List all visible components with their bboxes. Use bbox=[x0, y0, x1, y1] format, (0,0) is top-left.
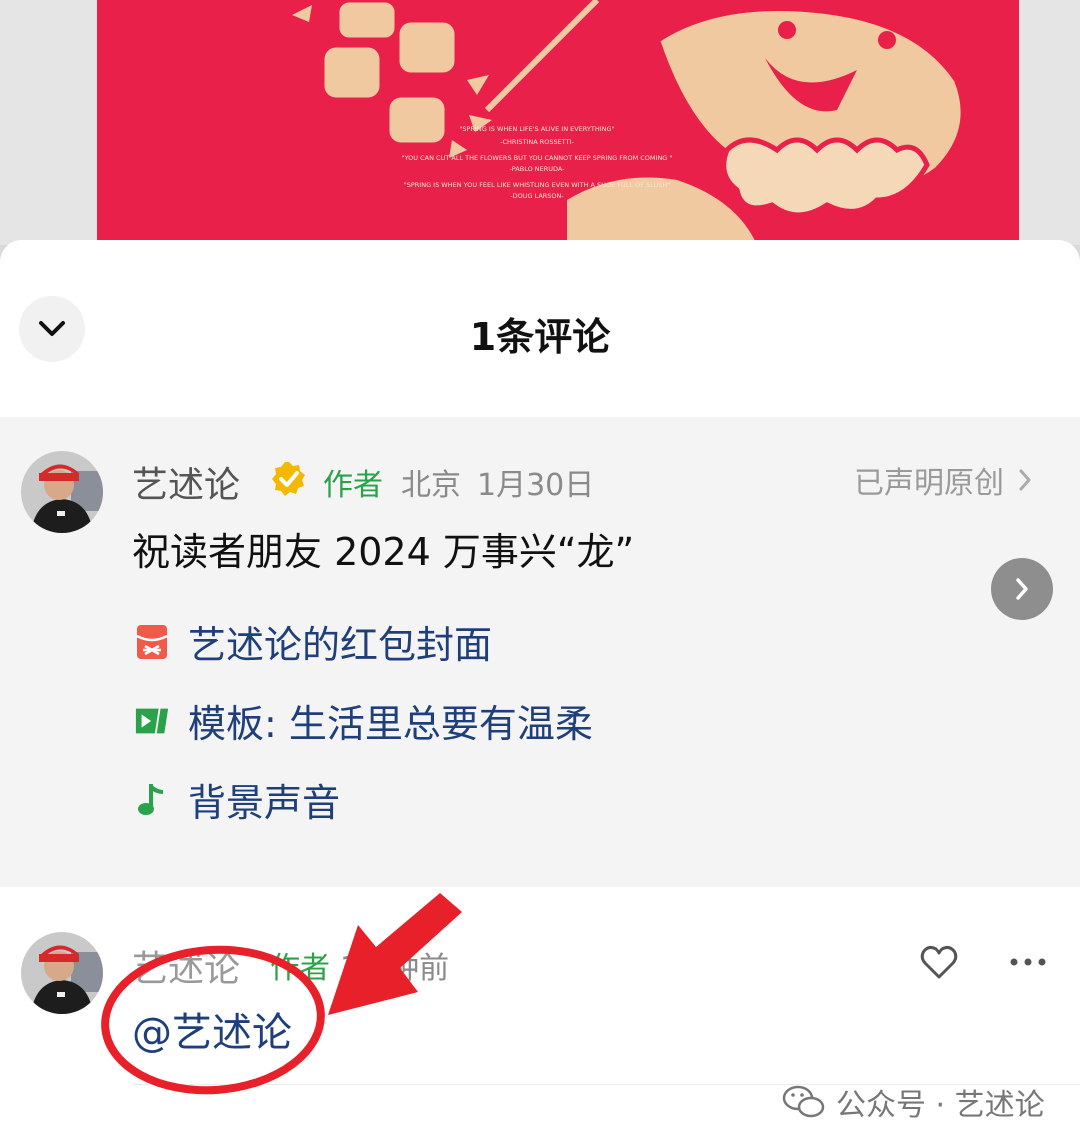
video-cover-area: "SPRING IS WHEN LIFE'S ALIVE IN EVERYTHI… bbox=[0, 0, 1080, 245]
post-date: 1月30日 bbox=[477, 468, 595, 503]
cover-quote-2-author: -PABLO NERUDA- bbox=[509, 165, 565, 173]
commenter-avatar[interactable] bbox=[21, 932, 103, 1014]
author-avatar[interactable] bbox=[21, 451, 103, 533]
chevron-right-icon bbox=[1019, 469, 1031, 491]
comment-author-name[interactable]: 艺述论 bbox=[132, 940, 240, 992]
cover-quote-2: "YOU CAN CUT ALL THE FLOWERS BUT YOU CAN… bbox=[402, 154, 673, 162]
template-label: 模板: 生活里总要有温柔 bbox=[188, 702, 593, 746]
comments-count-title: 1条评论 bbox=[469, 315, 611, 359]
background-music-link[interactable]: 背景声音 bbox=[134, 772, 340, 827]
template-icon bbox=[134, 703, 170, 739]
avatar-image bbox=[21, 451, 103, 533]
watermark: 公众号 · 艺述论 bbox=[782, 1080, 1045, 1124]
heart-icon[interactable] bbox=[919, 943, 959, 983]
comment-author-tag: 作者 bbox=[270, 951, 330, 986]
comment-time: 1分钟前 bbox=[340, 951, 450, 986]
next-button[interactable] bbox=[991, 558, 1053, 620]
red-envelope-cover-link[interactable]: 艺述论的红包封面 bbox=[134, 614, 492, 669]
post-location: 北京 bbox=[401, 468, 461, 503]
watermark-text: 公众号 · 艺述论 bbox=[836, 1088, 1045, 1123]
cover-quote-1: "SPRING IS WHEN LIFE'S ALIVE IN EVERYTHI… bbox=[459, 125, 614, 133]
red-envelope-cover-label: 艺述论的红包封面 bbox=[188, 623, 493, 667]
cover-quote-1-author: -CHRISTINA ROSSETTI- bbox=[500, 138, 574, 146]
red-envelope-icon bbox=[134, 624, 170, 660]
background-music-label: 背景声音 bbox=[188, 781, 341, 825]
cover-illustration: "SPRING IS WHEN LIFE'S ALIVE IN EVERYTHI… bbox=[292, 0, 967, 245]
post-author-tag: 作者 bbox=[323, 468, 383, 503]
wechat-icon bbox=[782, 1085, 825, 1118]
original-declaration-label: 已声明原创 bbox=[854, 466, 1004, 501]
original-declaration-link[interactable]: 已声明原创 bbox=[854, 458, 1032, 502]
post-author-name[interactable]: 艺述论 bbox=[132, 456, 240, 508]
cover-quote-3: "SPRING IS WHEN YOU FEEL LIKE WHISTLING … bbox=[404, 181, 670, 189]
red-envelope-cover-image: "SPRING IS WHEN LIFE'S ALIVE IN EVERYTHI… bbox=[97, 0, 1019, 245]
more-options-icon[interactable] bbox=[1008, 950, 1048, 974]
comment-text[interactable]: @艺述论 bbox=[132, 1000, 292, 1058]
chevron-right-icon bbox=[1016, 578, 1028, 600]
avatar-image bbox=[21, 932, 103, 1014]
template-link[interactable]: 模板: 生活里总要有温柔 bbox=[134, 693, 593, 748]
verified-badge-icon bbox=[272, 462, 305, 496]
music-note-icon bbox=[134, 782, 170, 818]
cover-quote-3-author: -DOUG LARSON- bbox=[510, 192, 564, 200]
post-caption: 祝读者朋友 2024 万事兴“龙” bbox=[132, 530, 635, 574]
